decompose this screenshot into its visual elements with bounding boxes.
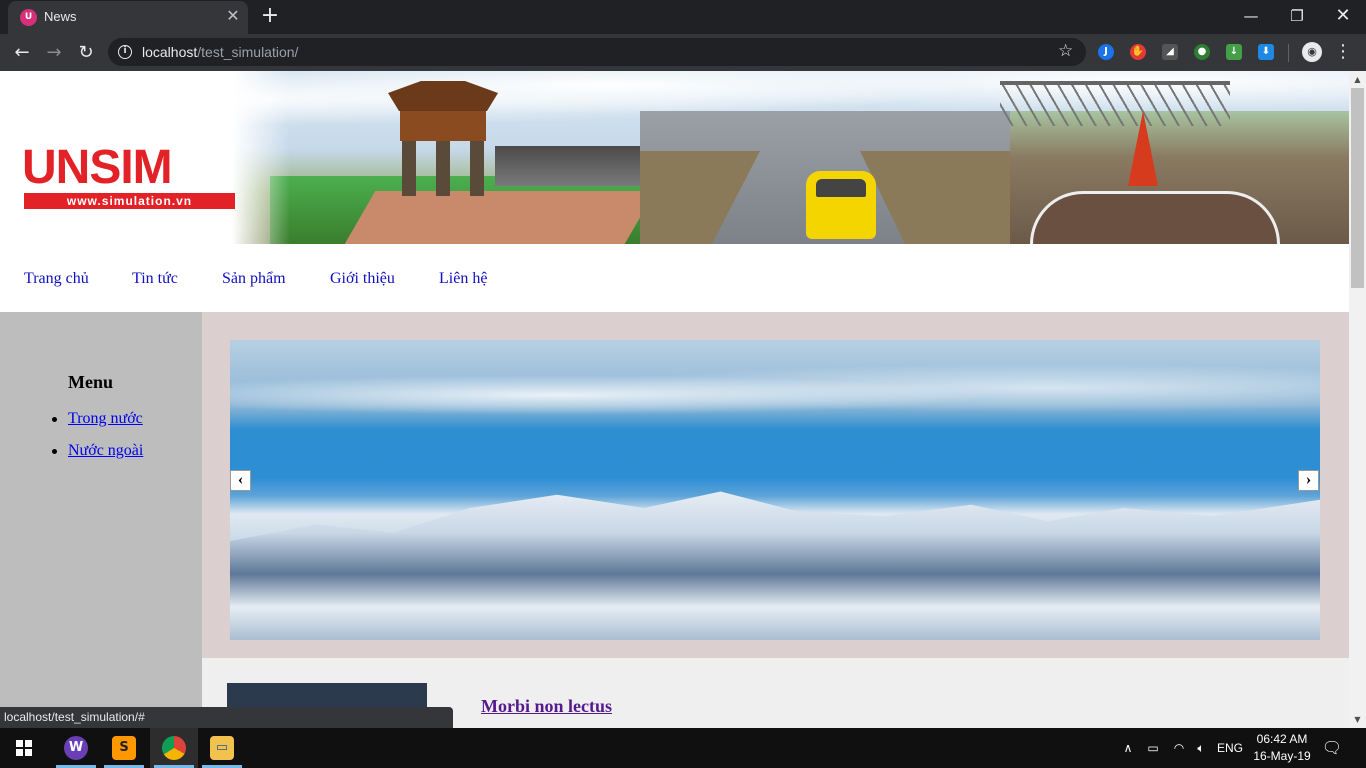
sidebar-item-foreign: Nước ngoài: [48, 442, 143, 474]
new-tab-button[interactable]: +: [258, 4, 282, 28]
extension-icon[interactable]: ✋: [1130, 44, 1146, 60]
close-window-button[interactable]: ✕: [1320, 2, 1366, 30]
status-bubble: localhost/test_simulation/#: [0, 707, 453, 728]
nav-news[interactable]: Tin tức: [132, 270, 178, 288]
show-hidden-icons-icon[interactable]: ∧: [1118, 728, 1138, 768]
url-text[interactable]: localhost/test_simulation/: [142, 44, 298, 60]
boat-image: [1030, 191, 1280, 244]
wamp-icon: W: [64, 736, 88, 760]
site-logo[interactable]: UNSIM www.simulation.vn: [22, 85, 237, 210]
extension-icon[interactable]: ●: [1194, 44, 1210, 60]
nav-products[interactable]: Sản phẩm: [222, 270, 286, 288]
notification-center-icon[interactable]: 🗨︎: [1318, 736, 1346, 760]
browser-tabstrip: U News ✕ + — ❐ ✕: [0, 0, 1366, 34]
nav-home[interactable]: Trang chủ: [24, 270, 89, 288]
download-extension-icon[interactable]: ↓: [1226, 44, 1242, 60]
taskbar-app-explorer[interactable]: ▭: [198, 728, 246, 768]
temple-gate-image: [388, 76, 498, 196]
toolbar-divider: [1288, 44, 1289, 62]
file-explorer-icon: ▭: [210, 736, 234, 760]
forward-button[interactable]: →: [40, 39, 68, 67]
tab-title: News: [44, 9, 77, 24]
header-banner: UNSIM www.simulation.vn: [0, 71, 1349, 244]
wifi-icon[interactable]: ◠: [1168, 728, 1190, 768]
browser-toolbar: ← → ↻ i localhost/test_simulation/ ☆ J ✋…: [0, 34, 1366, 71]
clock-date: 16-May-19: [1253, 749, 1311, 763]
volume-icon[interactable]: 🔈︎: [1190, 728, 1212, 768]
taskbar-app-chrome[interactable]: [150, 728, 198, 768]
sidebar: Menu Trong nước Nước ngoài: [0, 312, 202, 728]
logo-url: www.simulation.vn: [24, 193, 235, 209]
scroll-down-arrow-icon[interactable]: ▼: [1349, 711, 1366, 728]
extension-icon[interactable]: ◢: [1162, 44, 1178, 60]
back-button[interactable]: ←: [8, 39, 36, 67]
sublime-text-icon: S: [112, 736, 136, 760]
image-slider: ‹ ›: [202, 312, 1349, 658]
sidebar-list: Trong nước Nước ngoài: [48, 410, 143, 474]
page-scrollbar[interactable]: ▲ ▼: [1349, 71, 1366, 728]
sidebar-link-foreign[interactable]: Nước ngoài: [68, 442, 143, 459]
chrome-icon: [162, 736, 186, 760]
main-nav: Trang chủ Tin tức Sản phẩm Giới thiệu Li…: [0, 244, 1349, 312]
browser-tab[interactable]: U News ✕: [8, 1, 248, 34]
slide-image-mountains: ‹ ›: [230, 340, 1320, 640]
extension-icon[interactable]: J: [1098, 44, 1114, 60]
sidebar-link-domestic[interactable]: Trong nước: [68, 410, 143, 427]
battery-icon[interactable]: ▭: [1142, 728, 1164, 768]
address-bar[interactable]: i localhost/test_simulation/ ☆: [108, 38, 1086, 66]
yellow-car-image: [806, 171, 876, 239]
article-title-link[interactable]: Morbi non lectus: [481, 696, 612, 717]
web-page: UNSIM www.simulation.vn Trang chủ Tin tứ…: [0, 71, 1349, 728]
download-extension-icon[interactable]: ⬇: [1258, 44, 1274, 60]
start-button[interactable]: [0, 728, 48, 768]
restore-button[interactable]: ❐: [1274, 2, 1320, 30]
bookmark-star-icon[interactable]: ☆: [1058, 41, 1073, 61]
windows-logo-icon: [16, 740, 32, 756]
taskbar-app-sublime[interactable]: S: [100, 728, 148, 768]
taskbar-app-wamp[interactable]: W: [52, 728, 100, 768]
profile-avatar[interactable]: ◉: [1302, 42, 1322, 62]
url-host: localhost: [142, 44, 198, 60]
sidebar-title: Menu: [68, 372, 113, 392]
logo-text: UNSIM: [22, 141, 173, 194]
close-tab-icon[interactable]: ✕: [224, 7, 242, 25]
slider-prev-button[interactable]: ‹: [230, 470, 251, 491]
url-path: /test_simulation/: [197, 44, 299, 60]
nav-contact[interactable]: Liên hệ: [439, 270, 487, 288]
site-info-icon[interactable]: i: [118, 45, 132, 59]
main-content: ‹ › Morbi non lectus: [202, 312, 1349, 728]
page-viewport: UNSIM www.simulation.vn Trang chủ Tin tứ…: [0, 71, 1366, 728]
menu-kebab-icon[interactable]: ⋮: [1334, 39, 1352, 65]
sidebar-item-domestic: Trong nước: [48, 410, 143, 442]
scroll-thumb[interactable]: [1351, 88, 1364, 288]
slider-next-button[interactable]: ›: [1298, 470, 1319, 491]
clock-time: 06:42 AM: [1256, 732, 1308, 746]
minimize-button[interactable]: —: [1228, 2, 1274, 30]
scroll-up-arrow-icon[interactable]: ▲: [1349, 71, 1366, 88]
reload-button[interactable]: ↻: [72, 39, 100, 67]
nav-about[interactable]: Giới thiệu: [330, 270, 395, 288]
taskbar-clock[interactable]: 06:42 AM 16-May-19: [1248, 731, 1316, 765]
unsim-favicon-icon: U: [20, 9, 37, 26]
windows-taskbar: W S ▭ ∧ ▭ ◠ 🔈︎ ENG 06:42 AM 16-May-19 🗨︎: [0, 728, 1366, 768]
language-indicator[interactable]: ENG: [1214, 728, 1246, 768]
